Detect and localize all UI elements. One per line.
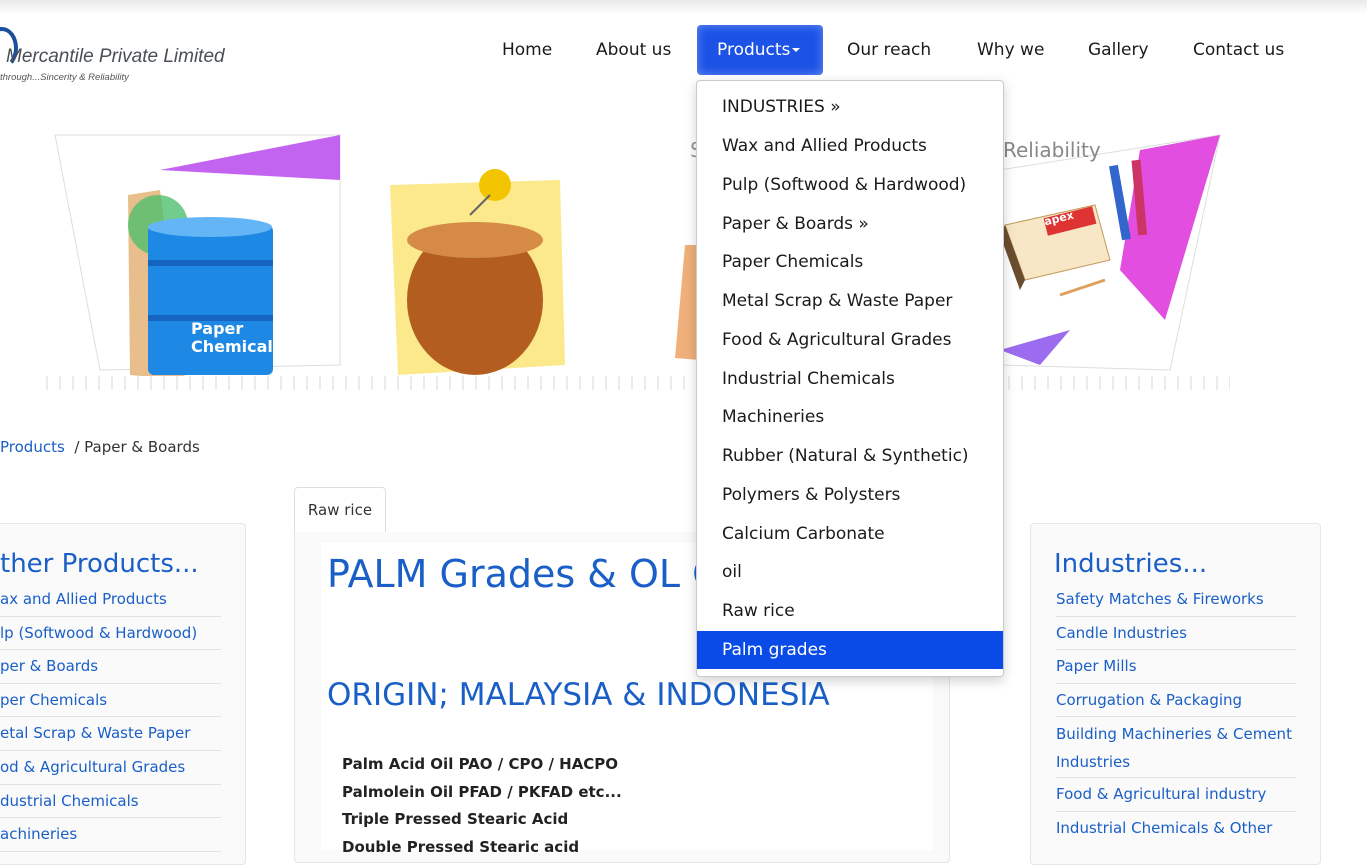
dropdown-item-rubber[interactable]: Rubber (Natural & Synthetic) — [697, 437, 1003, 475]
dropdown-item-paper-chemicals[interactable]: Paper Chemicals — [697, 243, 1003, 281]
dropdown-item-palm-grades[interactable]: Palm grades — [697, 631, 1003, 669]
nav-about-us[interactable]: About us — [576, 25, 691, 75]
other-products-title: ther Products... — [0, 549, 199, 579]
dropdown-item-pulp[interactable]: Pulp (Softwood & Hardwood) — [697, 166, 1003, 204]
list-item[interactable]: Building Machineries & Cement Industries — [1056, 717, 1296, 779]
other-products-list: ax and Allied Products lp (Softwood & Ha… — [0, 583, 221, 852]
dropdown-item-machineries[interactable]: Machineries — [697, 398, 1003, 436]
list-item[interactable]: od & Agricultural Grades — [0, 751, 221, 785]
breadcrumb-link-products[interactable]: Products — [0, 438, 65, 456]
grade-item: Triple Pressed Stearic Acid — [342, 810, 569, 828]
nav-gallery[interactable]: Gallery — [1068, 25, 1169, 75]
nav-products[interactable]: Products — [697, 25, 823, 75]
list-item[interactable]: Industrial Chemicals & Other — [1056, 812, 1296, 846]
list-item[interactable]: Corrugation & Packaging — [1056, 684, 1296, 718]
caret-down-icon — [792, 48, 801, 52]
torn-paper-edge — [40, 376, 1230, 390]
drum-label-line-1: Paper — [191, 319, 244, 338]
grades-list: Palm Acid Oil PAO / CPO / HACPO Palmolei… — [342, 751, 622, 861]
nav-our-reach[interactable]: Our reach — [827, 25, 951, 75]
drum-label-line-2: Chemicals — [191, 338, 282, 356]
origin-heading: ORIGIN; MALAYSIA & INDONESIA — [327, 677, 830, 713]
list-item[interactable]: per Chemicals — [0, 684, 221, 718]
list-item[interactable]: Candle Industries — [1056, 617, 1296, 651]
list-item[interactable]: achineries — [0, 818, 221, 852]
hero-banner: Paper Chemicals S Reliability apex — [40, 130, 1230, 390]
list-item[interactable]: dustrial Chemicals — [0, 785, 221, 819]
breadcrumb: Products / Paper & Boards — [0, 438, 200, 456]
industries-title: Industries... — [1054, 549, 1208, 579]
products-dropdown: INDUSTRIES » Wax and Allied Products Pul… — [696, 80, 1004, 677]
main-nav: Home About us Products Our reach Why we … — [0, 25, 1367, 75]
list-item[interactable]: Paper Mills — [1056, 650, 1296, 684]
breadcrumb-separator: / — [74, 438, 80, 456]
dropdown-item-wax[interactable]: Wax and Allied Products — [697, 127, 1003, 165]
dropdown-item-industries[interactable]: INDUSTRIES » — [697, 88, 1003, 126]
dropdown-item-raw-rice[interactable]: Raw rice — [697, 592, 1003, 630]
dropdown-item-food-agri[interactable]: Food & Agricultural Grades — [697, 321, 1003, 359]
dropdown-item-oil[interactable]: oil — [697, 553, 1003, 591]
list-item[interactable]: Food & Agricultural industry — [1056, 778, 1296, 812]
dropdown-item-metal-scrap[interactable]: Metal Scrap & Waste Paper — [697, 282, 1003, 320]
nav-why-we[interactable]: Why we — [957, 25, 1064, 75]
grade-item: Double Pressed Stearic acid — [342, 837, 580, 856]
dropdown-item-paper-boards[interactable]: Paper & Boards » — [697, 205, 1003, 243]
list-item[interactable]: etal Scrap & Waste Paper — [0, 717, 221, 751]
dropdown-item-calcium-carbonate[interactable]: Calcium Carbonate — [697, 515, 1003, 553]
nav-contact-us[interactable]: Contact us — [1173, 25, 1304, 75]
list-item[interactable]: lp (Softwood & Hardwood) — [0, 617, 221, 651]
list-item[interactable]: ax and Allied Products — [0, 583, 221, 617]
list-item[interactable]: per & Boards — [0, 650, 221, 684]
nav-products-label: Products — [717, 40, 791, 60]
breadcrumb-current: Paper & Boards — [84, 438, 200, 456]
list-item[interactable]: Safety Matches & Fireworks — [1056, 583, 1296, 617]
dropdown-item-polymers[interactable]: Polymers & Polysters — [697, 476, 1003, 514]
dropdown-item-industrial-chemicals[interactable]: Industrial Chemicals — [697, 360, 1003, 398]
grade-item: Palmolein Oil PFAD / PKFAD etc... — [342, 782, 622, 801]
top-shadow — [0, 0, 1367, 14]
tab-raw-rice[interactable]: Raw rice — [294, 487, 386, 534]
grade-item: Palm Acid Oil PAO / CPO / HACPO — [342, 755, 619, 773]
industries-list: Safety Matches & Fireworks Candle Indust… — [1056, 583, 1296, 846]
banner-slogan-text: Reliability — [1003, 138, 1101, 162]
nav-home[interactable]: Home — [482, 25, 572, 75]
drum-label: Paper Chemicals — [191, 319, 282, 356]
